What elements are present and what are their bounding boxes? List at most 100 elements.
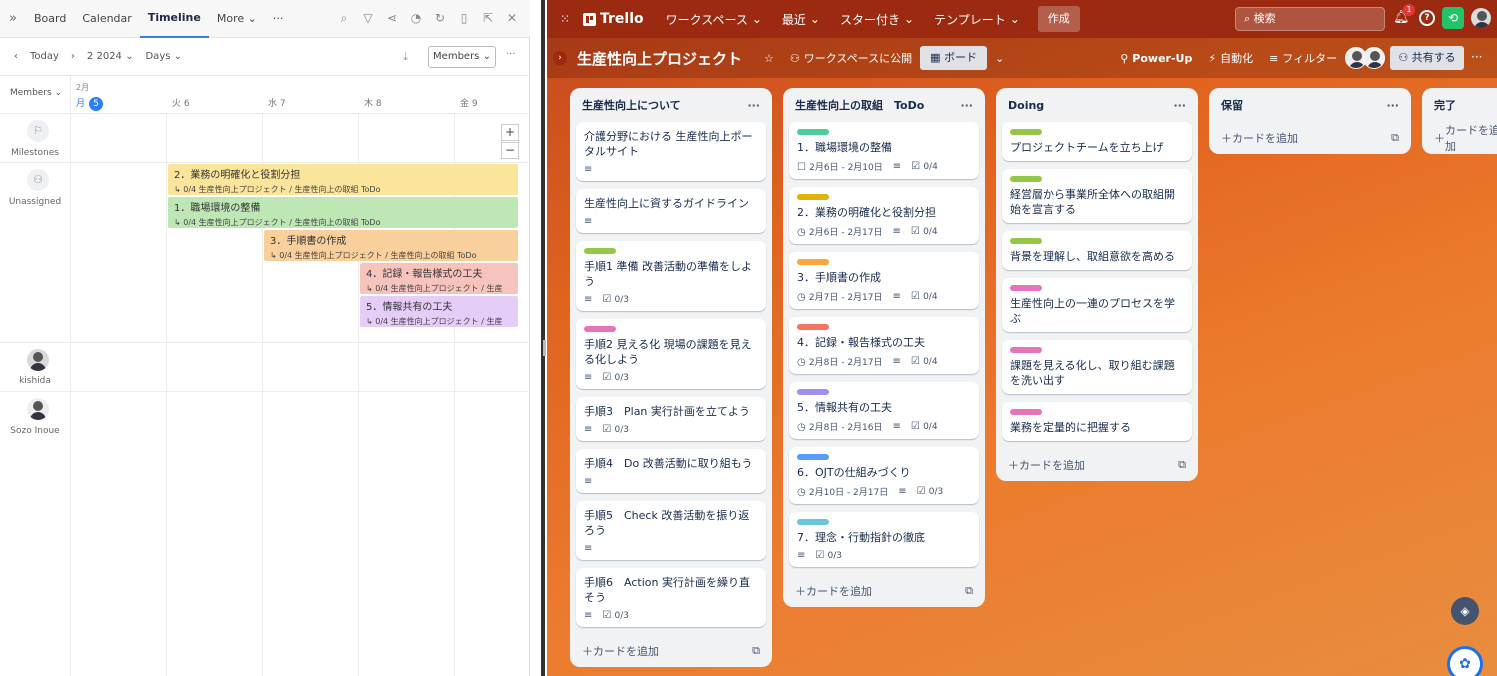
search-input[interactable]: ⌕ 検索	[1235, 7, 1385, 31]
card-label[interactable]	[1010, 347, 1042, 353]
view-switcher-chevron-icon[interactable]: ⌄	[987, 52, 1012, 65]
close-icon[interactable]: ✕	[500, 11, 524, 26]
list-title[interactable]: 完了	[1434, 97, 1456, 113]
list-menu-icon[interactable]: ···	[1173, 99, 1186, 112]
due-date-badge[interactable]: ◷ 2月8日 - 2月16日	[797, 420, 883, 433]
share-icon[interactable]: ⋖	[380, 11, 404, 26]
card-label[interactable]	[1010, 409, 1042, 415]
card-label[interactable]	[797, 194, 829, 200]
list-title[interactable]: 生産性向上について	[582, 97, 681, 113]
card[interactable]: 4．記録・報告様式の工夫 ◷ 2月8日 - 2月17日 ≡ ☑ 0/4	[789, 317, 979, 374]
trello-logo[interactable]: Trello	[583, 11, 644, 27]
avatar[interactable]	[1363, 47, 1385, 69]
add-card-button[interactable]: ＋ カードを追加 ⧉	[570, 635, 772, 667]
timeline-task-bar[interactable]: 1．職場環境の整備 ↳ 0/4 生産性向上プロジェクト / 生産性向上の取組 T…	[168, 197, 518, 228]
add-card-button[interactable]: ＋ カードを追加 ⧉	[996, 449, 1198, 481]
card-label[interactable]	[797, 454, 829, 460]
avatar[interactable]	[27, 349, 49, 371]
learn-icon[interactable]: ◈	[1451, 597, 1479, 625]
card[interactable]: 背景を理解し、取組意欲を高める	[1002, 231, 1192, 270]
card-label[interactable]	[584, 326, 616, 332]
today-button[interactable]: Today	[24, 51, 65, 62]
apps-grid-icon[interactable]: ⁙	[547, 12, 583, 26]
card-label[interactable]	[1010, 176, 1042, 182]
card[interactable]: 手順5 Check 改善活動を振り返ろう ≡	[576, 501, 766, 560]
card[interactable]: 手順3 Plan 実行計画を立てよう ≡ ☑ 0/3	[576, 397, 766, 441]
atlassian-app-icon[interactable]: ⟲	[1442, 7, 1464, 29]
card[interactable]: 業務を定量的に把握する	[1002, 402, 1192, 441]
create-button[interactable]: 作成	[1037, 6, 1080, 32]
card[interactable]: 5．情報共有の工夫 ◷ 2月8日 - 2月16日 ≡ ☑ 0/4	[789, 382, 979, 439]
list-menu-icon[interactable]: ···	[747, 99, 760, 112]
card[interactable]: 生産性向上に資するガイドライン ≡	[576, 189, 766, 233]
card[interactable]: 生産性向上の一連のプロセスを学ぶ	[1002, 278, 1192, 332]
card-label[interactable]	[797, 129, 829, 135]
list-header[interactable]: 完了	[1422, 88, 1497, 122]
card-label[interactable]	[797, 324, 829, 330]
timeline-task-bar[interactable]: 4．記録・報告様式の工夫 ↳ 0/4 生産性向上プロジェクト / 生産	[360, 263, 518, 294]
expand-sidebar-icon[interactable]: ›	[553, 51, 567, 65]
scale-select[interactable]: Days ⌄	[139, 51, 188, 62]
card-label[interactable]	[797, 259, 829, 265]
card-template-icon[interactable]: ⧉	[1391, 131, 1399, 145]
more-dots-icon[interactable]: ···	[265, 0, 292, 38]
next-icon[interactable]: ›	[65, 51, 81, 62]
prev-icon[interactable]: ‹	[8, 51, 24, 62]
card-label[interactable]	[1010, 285, 1042, 291]
card[interactable]: 2．業務の明確化と役割分担 ◷ 2月6日 - 2月17日 ≡ ☑ 0/4	[789, 187, 979, 244]
card-label[interactable]	[1010, 129, 1042, 135]
card[interactable]: 7．理念・行動指針の徹底 ≡ ☑ 0/3	[789, 512, 979, 567]
nav-workspaces[interactable]: ワークスペース ⌄	[656, 11, 772, 28]
resize-handle[interactable]	[543, 340, 546, 356]
card[interactable]: 手順4 Do 改善活動に取り組もう ≡	[576, 449, 766, 493]
list-title[interactable]: 保留	[1221, 97, 1243, 113]
members-column-header[interactable]: Members ⌄	[10, 88, 62, 98]
card-template-icon[interactable]: ⧉	[1178, 458, 1186, 472]
download-icon[interactable]: ⤓	[403, 50, 408, 64]
star-icon[interactable]: ☆	[756, 52, 782, 65]
list-menu-icon[interactable]: ···	[1386, 99, 1399, 112]
due-date-badge[interactable]: ◷ 2月10日 - 2月17日	[797, 485, 888, 498]
tab-more[interactable]: More ⌄	[209, 0, 265, 38]
nav-templates[interactable]: テンプレート ⌄	[924, 11, 1030, 28]
due-date-badge[interactable]: ◷ 2月7日 - 2月17日	[797, 290, 883, 303]
card-label[interactable]	[797, 519, 829, 525]
expand-sidebar-icon[interactable]: »	[0, 11, 26, 26]
card[interactable]: 介護分野における 生産性向上ポータルサイト ≡	[576, 122, 766, 181]
view-board-button[interactable]: ▦ ボード	[920, 46, 988, 70]
period-select[interactable]: 2 2024 ⌄	[81, 51, 140, 62]
visibility-button[interactable]: ⚇ ワークスペースに公開	[782, 50, 920, 66]
zoom-out-button[interactable]: −	[501, 142, 519, 159]
timeline-task-bar[interactable]: 2．業務の明確化と役割分担 ↳ 0/4 生産性向上プロジェクト / 生産性向上の…	[168, 164, 518, 195]
card-label[interactable]	[584, 248, 616, 254]
nav-recent[interactable]: 最近 ⌄	[772, 11, 830, 28]
panel-icon[interactable]: ▯	[452, 11, 476, 26]
powerup-button[interactable]: ⚲ Power-Up	[1112, 52, 1200, 65]
share-button[interactable]: ⚇ 共有する	[1390, 46, 1464, 70]
card[interactable]: プロジェクトチームを立ち上げ	[1002, 122, 1192, 161]
card[interactable]: 経営層から事業所全体への取組開始を宣言する	[1002, 169, 1192, 223]
add-card-button[interactable]: ＋ カードを追加 ⧉	[783, 575, 985, 607]
board-menu-icon[interactable]: ···	[1471, 50, 1482, 64]
list-title[interactable]: Doing	[1008, 99, 1044, 112]
due-date-badge[interactable]: ☐ 2月6日 - 2月10日	[797, 160, 883, 173]
assistant-icon[interactable]: ✿	[1447, 646, 1483, 676]
open-external-icon[interactable]: ⇱	[476, 11, 500, 26]
card-template-icon[interactable]: ⧉	[965, 584, 973, 598]
due-date-badge[interactable]: ◷ 2月8日 - 2月17日	[797, 355, 883, 368]
card[interactable]: 6．OJTの仕組みづくり ◷ 2月10日 - 2月17日 ≡ ☑ 0/3	[789, 447, 979, 504]
card-label[interactable]	[1010, 238, 1042, 244]
board-title[interactable]: 生産性向上プロジェクト	[577, 48, 742, 69]
automation-button[interactable]: ⚡︎ 自動化	[1200, 50, 1261, 66]
list-header[interactable]: 保留 ···	[1209, 88, 1411, 122]
add-card-button[interactable]: ＋ カードを追加	[1422, 122, 1497, 154]
card[interactable]: 3．手順書の作成 ◷ 2月7日 - 2月17日 ≡ ☑ 0/4	[789, 252, 979, 309]
list-menu-icon[interactable]: ···	[960, 99, 973, 112]
members-dropdown[interactable]: Members ⌄	[428, 46, 496, 68]
card[interactable]: 手順6 Action 実行計画を繰り直そう ≡ ☑ 0/3	[576, 568, 766, 627]
add-card-button[interactable]: ＋ カードを追加 ⧉	[1209, 122, 1411, 154]
timeline-task-bar[interactable]: 5．情報共有の工夫 ↳ 0/4 生産性向上プロジェクト / 生産	[360, 296, 518, 327]
list-title[interactable]: 生産性向上の取組 ToDo	[795, 97, 924, 113]
avatar[interactable]	[27, 398, 49, 420]
help-icon[interactable]: ?	[1419, 10, 1435, 26]
